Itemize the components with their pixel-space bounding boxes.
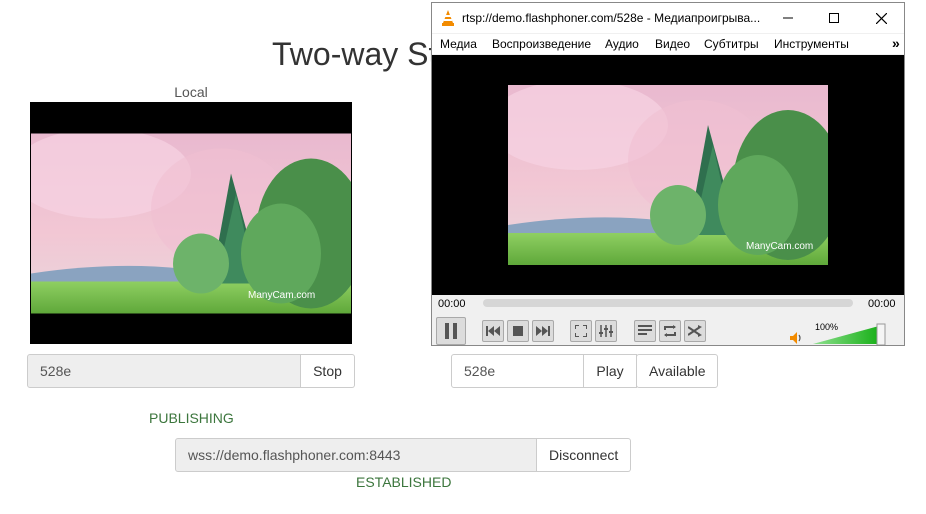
volume-speaker-icon[interactable] bbox=[790, 332, 804, 344]
local-label: Local bbox=[174, 84, 208, 100]
minimize-button[interactable] bbox=[765, 3, 811, 33]
vlc-video-area[interactable]: ManyCam.com bbox=[432, 55, 904, 295]
shuffle-icon bbox=[688, 325, 702, 337]
menu-subtitles[interactable]: Субтитры bbox=[704, 37, 759, 51]
next-button[interactable] bbox=[532, 320, 554, 342]
maximize-icon bbox=[829, 13, 839, 23]
shuffle-button[interactable] bbox=[684, 320, 706, 342]
elapsed-time: 00:00 bbox=[438, 298, 466, 310]
fullscreen-icon bbox=[575, 325, 587, 337]
available-button[interactable]: Available bbox=[636, 354, 718, 388]
vlc-titlebar[interactable]: rtsp://demo.flashphoner.com/528e - Медиа… bbox=[432, 3, 904, 33]
extended-settings-button[interactable] bbox=[595, 320, 617, 342]
menu-video[interactable]: Видео bbox=[655, 37, 690, 51]
local-video: ManyCam.com bbox=[30, 102, 352, 344]
page-title: Two-way Str bbox=[272, 36, 449, 72]
close-button[interactable] bbox=[858, 3, 904, 33]
connection-status: ESTABLISHED bbox=[356, 474, 452, 490]
publish-controls: 528e Stop bbox=[27, 354, 355, 388]
menu-tools[interactable]: Инструменты bbox=[774, 37, 849, 51]
watermark-remote: ManyCam.com bbox=[746, 241, 814, 252]
vlc-cone-icon bbox=[442, 10, 454, 26]
stop-playback-button[interactable] bbox=[507, 320, 529, 342]
volume-slider[interactable] bbox=[811, 322, 887, 346]
play-controls: 528e Play Available bbox=[451, 354, 718, 388]
previous-button[interactable] bbox=[482, 320, 504, 342]
menu-playback[interactable]: Воспроизведение bbox=[492, 37, 591, 51]
menu-more-chevron[interactable]: » bbox=[892, 35, 900, 51]
close-icon bbox=[875, 12, 887, 24]
local-video-frame bbox=[31, 133, 351, 314]
next-icon bbox=[536, 326, 550, 336]
pause-icon bbox=[445, 323, 457, 339]
loop-button[interactable] bbox=[659, 320, 681, 342]
maximize-button[interactable] bbox=[811, 3, 857, 33]
menu-audio[interactable]: Аудио bbox=[605, 37, 639, 51]
minimize-icon bbox=[783, 17, 793, 19]
total-time: 00:00 bbox=[868, 298, 896, 310]
play-stream-input[interactable]: 528e bbox=[451, 354, 584, 388]
connection-controls: wss://demo.flashphoner.com:8443 Disconne… bbox=[175, 438, 631, 472]
vlc-menubar: Медиа Воспроизведение Аудио Видео Субтит… bbox=[432, 34, 904, 54]
loop-icon bbox=[664, 325, 676, 337]
fullscreen-button[interactable] bbox=[570, 320, 592, 342]
pause-button[interactable] bbox=[436, 317, 466, 345]
publish-stream-input[interactable]: 528e bbox=[27, 354, 301, 388]
watermark: ManyCam.com bbox=[248, 290, 316, 301]
menu-media[interactable]: Медиа bbox=[440, 37, 477, 51]
publishing-status: PUBLISHING bbox=[149, 410, 234, 426]
stop-icon bbox=[513, 326, 523, 336]
seek-bar[interactable] bbox=[483, 299, 853, 307]
stop-button[interactable]: Stop bbox=[301, 354, 355, 388]
vlc-window-title: rtsp://demo.flashphoner.com/528e - Медиа… bbox=[462, 11, 761, 25]
playlist-icon bbox=[638, 325, 652, 335]
remote-video-frame bbox=[508, 85, 828, 265]
play-button[interactable]: Play bbox=[584, 354, 637, 388]
disconnect-button[interactable]: Disconnect bbox=[537, 438, 631, 472]
vlc-controls: 00:00 00:00 100% bbox=[432, 295, 904, 345]
previous-icon bbox=[486, 326, 500, 336]
playlist-button[interactable] bbox=[634, 320, 656, 342]
equalizer-icon bbox=[599, 325, 613, 337]
server-url-input[interactable]: wss://demo.flashphoner.com:8443 bbox=[175, 438, 537, 472]
vlc-window: rtsp://demo.flashphoner.com/528e - Медиа… bbox=[431, 2, 905, 346]
